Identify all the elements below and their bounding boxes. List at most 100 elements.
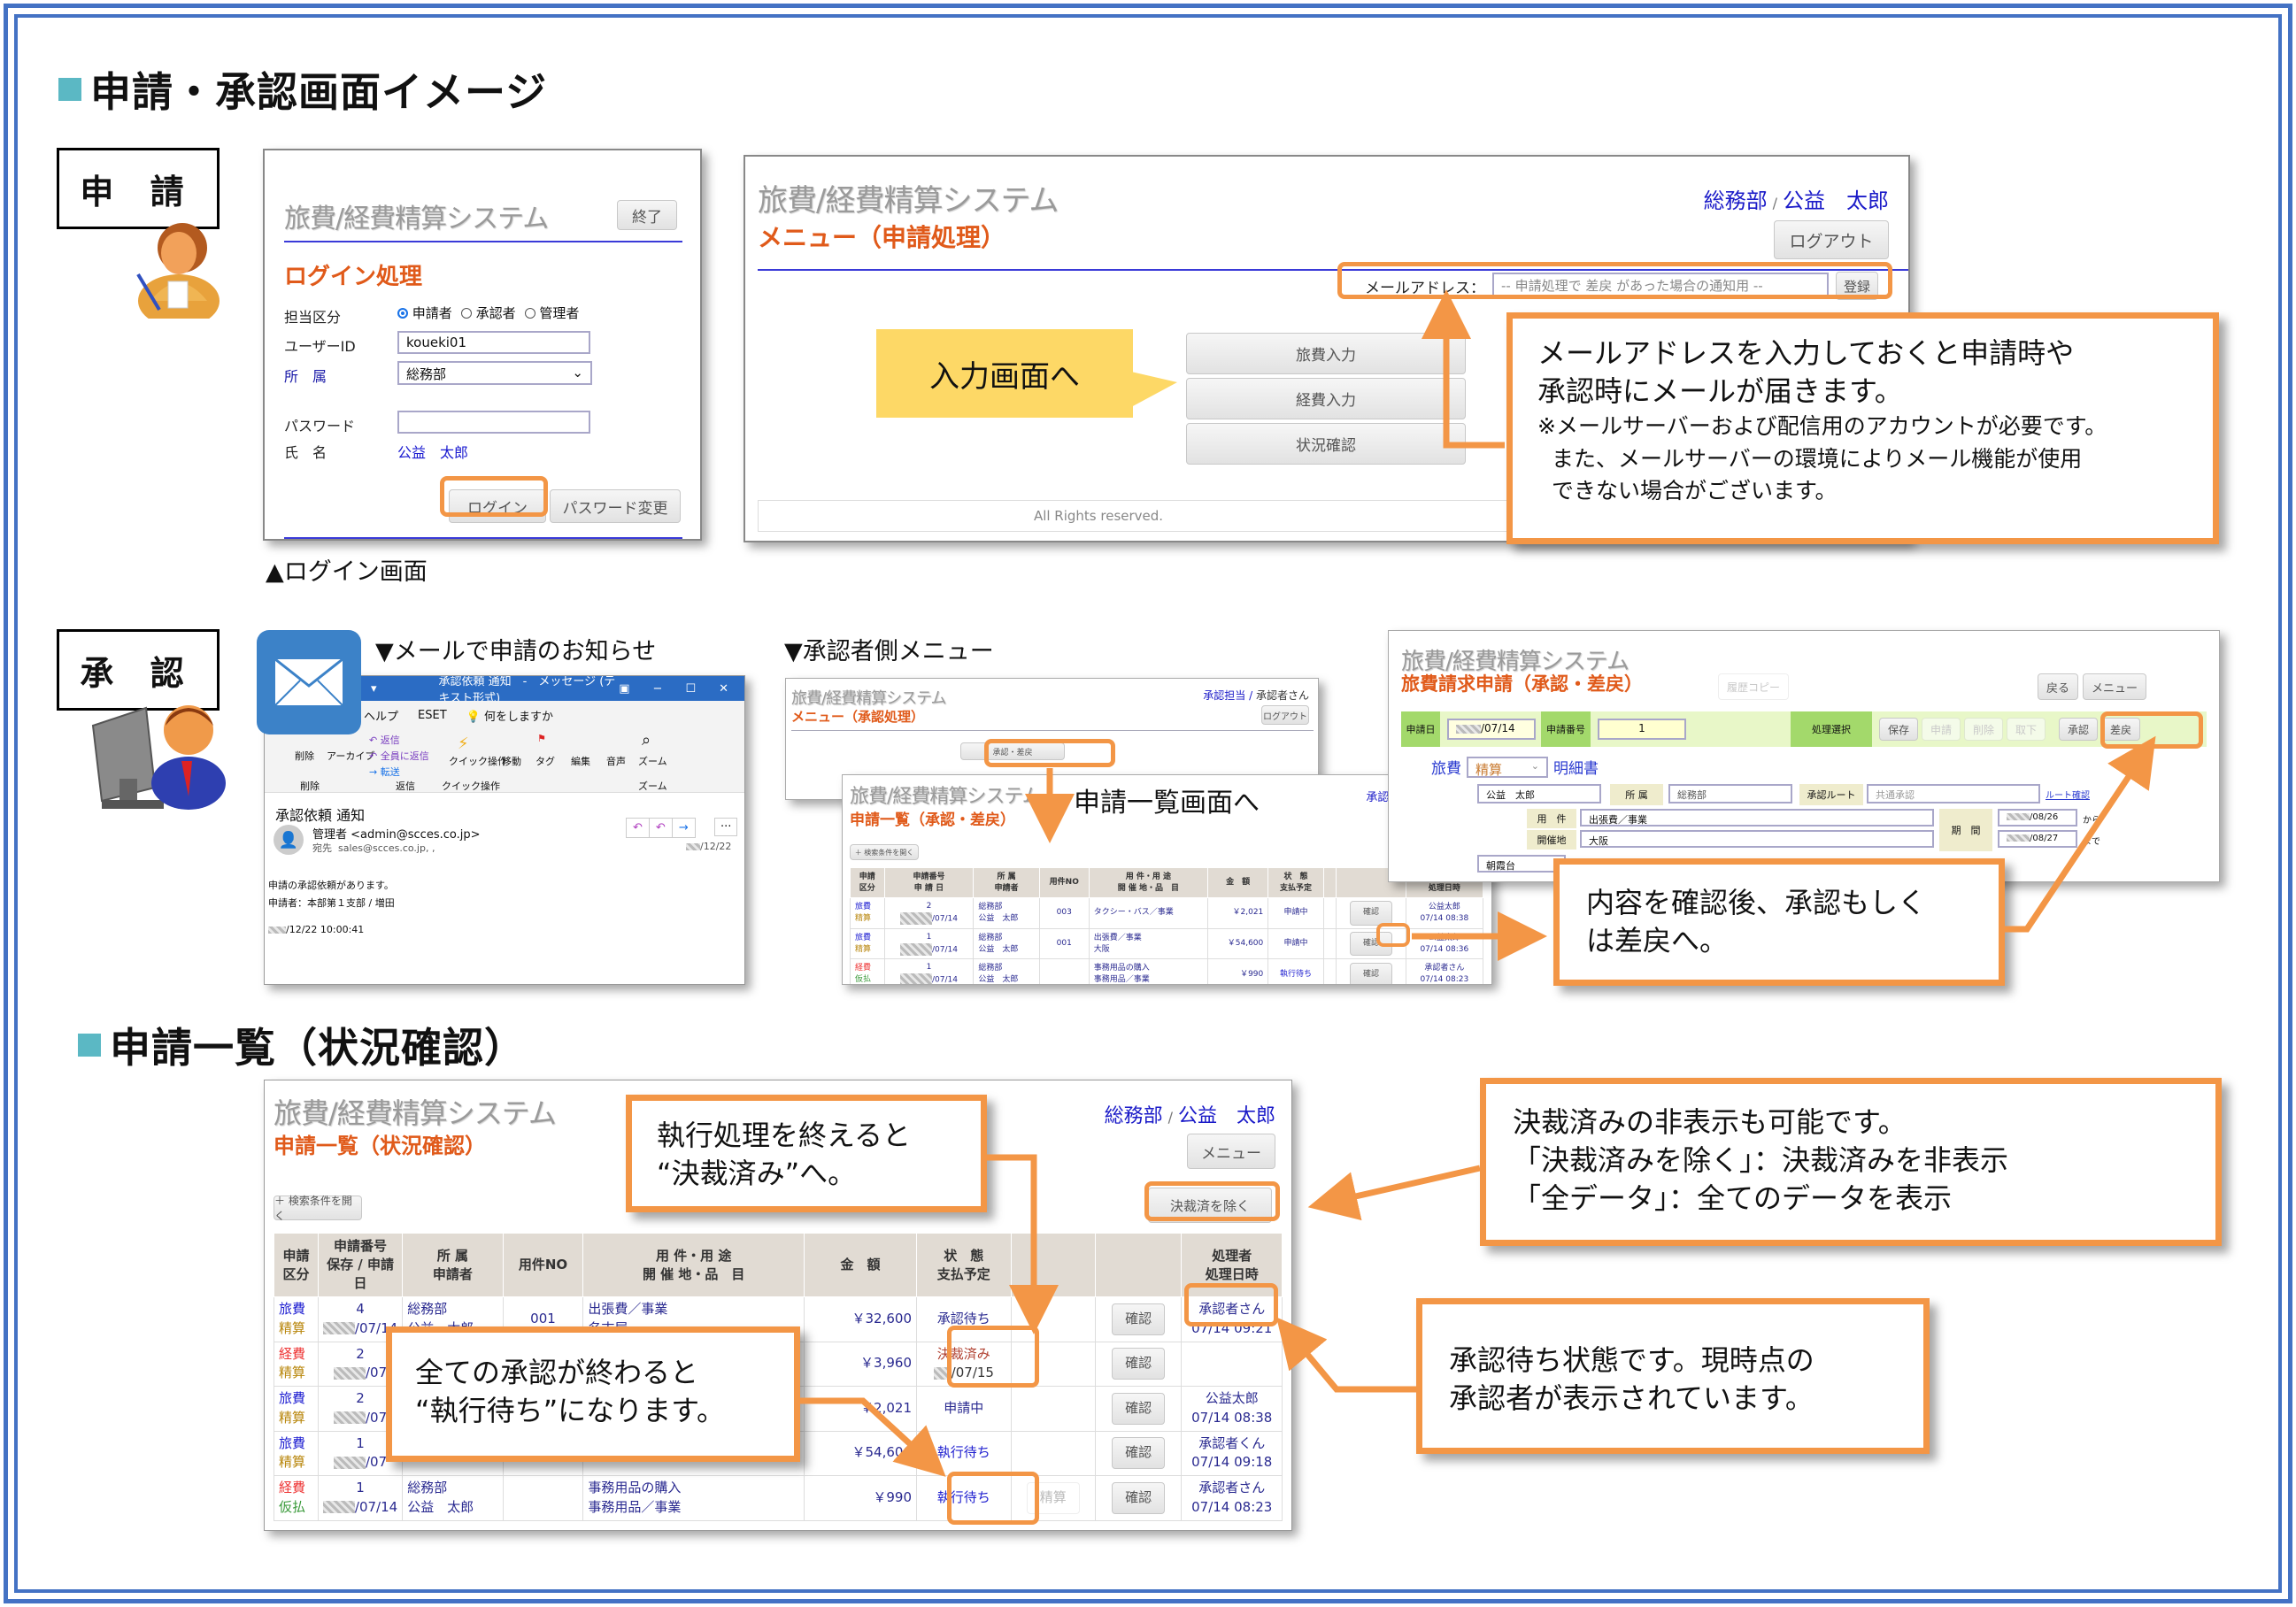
ribbon-group-label: クイック操作 <box>442 780 500 792</box>
radio-approver[interactable]: 承認者 <box>460 304 516 322</box>
confirm-button[interactable]: 確認 <box>1112 1348 1166 1380</box>
handler-line1: 承認者さん <box>1424 964 1465 973</box>
approve-button[interactable]: 承認 <box>2059 718 2098 741</box>
user-dept-link[interactable]: 総務部 <box>1704 188 1768 213</box>
cell-case-no: 003 <box>1038 897 1090 929</box>
kubun-sub: 仮払 <box>855 975 872 985</box>
detail-link[interactable]: 明細書 <box>1553 756 1599 778</box>
callout-pointer-icon <box>1131 372 1177 407</box>
ribbon-move-button[interactable]: 移動 <box>502 754 521 768</box>
ribbon-display-icon[interactable]: ▣ <box>619 682 629 696</box>
menu-button[interactable]: メニュー <box>2083 673 2146 700</box>
dept-select[interactable]: 総務部 ⌄ <box>397 361 592 385</box>
kubun-sub: 精算 <box>855 944 872 954</box>
maximize-icon[interactable]: ☐ <box>685 682 696 696</box>
ribbon-group-label: ズーム <box>638 780 667 792</box>
ribbon-group-label: 削除 <box>300 780 320 792</box>
cell-handler: 公益太郎 07/14 08:38 <box>1181 1386 1283 1432</box>
menu-status-button[interactable]: 状況確認 <box>1186 423 1466 465</box>
search-conditions-button[interactable]: ＋ 検索条件を開く <box>850 844 919 860</box>
menu-button[interactable]: メニュー <box>1187 1134 1275 1169</box>
highlight-login-button <box>440 476 548 517</box>
purpose-input[interactable]: 出張費／事業 <box>1580 809 1934 827</box>
ribbon-reply-all-button[interactable]: ↶ 全員に返信 <box>369 749 429 763</box>
user-dept-link[interactable]: 承認担当 <box>1203 689 1245 702</box>
applicant-input[interactable]: 公益 太郎 <box>1477 784 1601 804</box>
history-copy-button[interactable]: 履歴コピー <box>1718 673 1789 700</box>
dept-line2: 公益 太郎 <box>978 944 1019 954</box>
logout-button[interactable]: ログアウト <box>1774 220 1889 259</box>
reply-icon[interactable]: ↶ <box>627 819 650 837</box>
user-dept-link[interactable]: 総務部 <box>1105 1105 1163 1127</box>
route-select[interactable]: 共通承認 <box>1867 784 2040 804</box>
ribbon-delete-button[interactable]: 削除 <box>295 749 314 763</box>
change-password-button[interactable]: パスワード変更 <box>550 489 681 523</box>
role-label: 担当区分 <box>284 309 342 326</box>
ribbon-quick-button[interactable]: クイック操作 <box>449 754 507 768</box>
more-icon[interactable]: ··· <box>714 818 738 836</box>
withdraw-button[interactable]: 取下 <box>2007 718 2046 741</box>
apply-no-input[interactable]: 1 <box>1598 719 1686 740</box>
period-to-input[interactable]: /08/27 <box>1998 830 2077 848</box>
system-title: 旅費/経費精算システム <box>758 183 1059 219</box>
mail-address-callout: メールアドレスを入力しておくと申請時や 承認時にメールが届きます。 ※メールサー… <box>1506 312 2219 544</box>
ribbon-forward-button[interactable]: → 転送 <box>369 765 400 779</box>
type-select[interactable]: 精算 ⌄ <box>1467 756 1548 778</box>
reply-all-icon[interactable]: ↶ <box>650 819 673 837</box>
logout-button[interactable]: ログアウト <box>1261 705 1309 725</box>
highlight-approve-reject-buttons <box>2100 711 2203 749</box>
confirm-button[interactable]: 確認 <box>1349 901 1392 926</box>
dept-line1: 総務部 <box>407 1301 448 1317</box>
password-input[interactable] <box>397 411 590 434</box>
dept-line1: 総務部 <box>407 1480 448 1496</box>
confirm-button[interactable]: 確認 <box>1349 962 1392 984</box>
confirm-button[interactable]: 確認 <box>1112 1303 1166 1335</box>
ribbon-zoom-button[interactable]: ズーム <box>638 754 667 768</box>
menu-travel-input-button[interactable]: 旅費入力 <box>1186 333 1466 374</box>
extra-input[interactable]: 朝霞台 <box>1477 855 1566 873</box>
date-text: /07/14 <box>1481 722 1515 734</box>
apply-date-input[interactable]: /07/14 <box>1447 719 1536 740</box>
search-conditions-button[interactable]: ＋ 検索条件を開く <box>274 1195 362 1222</box>
quick-action-lightning-icon[interactable]: ⚡ <box>458 734 469 753</box>
close-icon[interactable]: ✕ <box>719 682 728 696</box>
forward-icon[interactable]: → <box>673 819 695 837</box>
confirm-button[interactable]: 確認 <box>1112 1481 1166 1514</box>
confirm-button[interactable]: 確認 <box>1112 1392 1166 1425</box>
apply-no: 4 <box>356 1301 365 1317</box>
back-button[interactable]: 戻る <box>2038 673 2078 700</box>
exit-button[interactable]: 終了 <box>617 200 677 230</box>
confirm-button[interactable]: 確認 <box>1112 1437 1166 1470</box>
handler-line1: 公益太郎 <box>1428 902 1460 911</box>
cell-amount: ￥2,021 <box>1206 897 1269 929</box>
ribbon-tab-help[interactable]: ヘルプ <box>364 707 398 724</box>
apply-button[interactable]: 申請 <box>1922 718 1961 741</box>
highlight-current-approver <box>1184 1283 1278 1326</box>
dept-input[interactable]: 総務部 <box>1668 784 1792 804</box>
ribbon-edit-button[interactable]: 編集 <box>571 754 590 768</box>
radio-admin[interactable]: 管理者 <box>524 304 579 322</box>
kubun-sub: 仮払 <box>279 1498 306 1515</box>
user-id-input[interactable]: koueki01 <box>397 331 590 354</box>
ribbon-voice-button[interactable]: 音声 <box>606 754 626 768</box>
dropdown-icon[interactable]: ▾ <box>371 682 377 696</box>
menu-expense-input-button[interactable]: 経費入力 <box>1186 378 1466 419</box>
route-confirm-link[interactable]: ルート確認 <box>2046 788 2090 801</box>
ribbon-tag-button[interactable]: タグ <box>535 754 555 768</box>
mail-body-line: 申請者：本部第１支部 / 増田 <box>268 897 395 909</box>
save-button[interactable]: 保存 <box>1879 718 1918 741</box>
ribbon-tell-me[interactable]: 💡 何をしますか <box>466 707 553 724</box>
ribbon-archive-button[interactable]: アーカイブ <box>327 749 374 763</box>
minimize-icon[interactable]: − <box>653 682 663 696</box>
venue-input[interactable]: 大阪 <box>1580 830 1934 848</box>
period-from-suffix: から <box>2083 816 2100 826</box>
radio-applicant[interactable]: 申請者 <box>397 304 452 322</box>
ribbon-tab-eset[interactable]: ESET <box>418 709 447 722</box>
period-from-input[interactable]: /08/26 <box>1998 809 2077 827</box>
highlight-approve-reject-button <box>984 739 1115 767</box>
callout-line: 承認時にメールが届きます。 <box>1537 374 1903 409</box>
user-info: 総務部 / 公益 太郎 <box>1704 183 1889 214</box>
delete-button[interactable]: 削除 <box>1964 718 2003 741</box>
ribbon-reply-button[interactable]: ↶ 返信 <box>369 733 400 747</box>
cell-extra-action <box>1322 958 1337 984</box>
